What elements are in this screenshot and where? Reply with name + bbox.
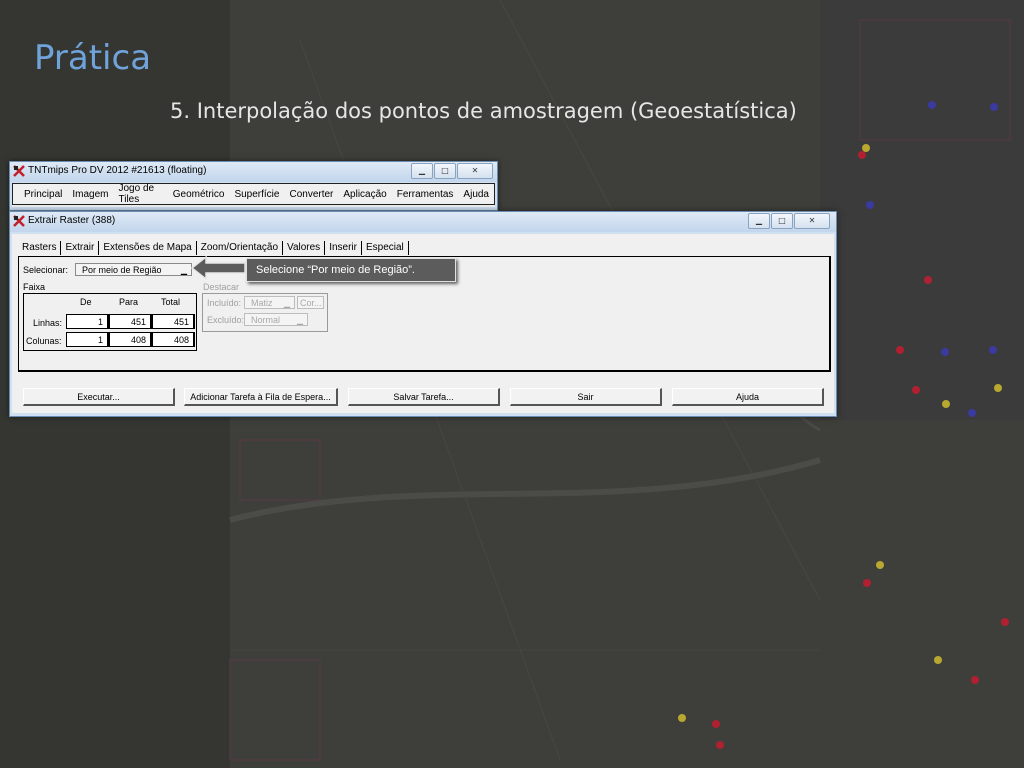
- incluido-label: Incluído:: [207, 298, 242, 308]
- header-total: Total: [161, 297, 181, 307]
- menu-geometrico[interactable]: Geométrico: [168, 189, 230, 200]
- executar-button[interactable]: Executar...: [23, 388, 175, 406]
- excluido-value: Normal: [251, 315, 281, 325]
- extrair-raster-window: Extrair Raster (388) ▁ □ ✕ Rasters Extra…: [9, 211, 837, 417]
- slide-subtitle: 5. Interpolação dos pontos de amostragem…: [170, 99, 797, 123]
- menu-superficie[interactable]: Superfície: [229, 189, 284, 200]
- tab-especial[interactable]: Especial: [362, 241, 409, 255]
- close-icon[interactable]: ✕: [794, 213, 830, 229]
- incluido-dropdown[interactable]: Matiz ▁: [244, 296, 295, 309]
- tntmips-app-icon: [13, 165, 25, 177]
- adicionar-tarefa-button[interactable]: Adicionar Tarefa à Fila de Espera...: [184, 388, 338, 406]
- menu-principal[interactable]: Principal: [19, 189, 67, 200]
- faixa-label: Faixa: [23, 282, 46, 292]
- tab-inserir[interactable]: Inserir: [325, 241, 362, 255]
- instruction-callout: Selecione “Por meio de Região”.: [246, 258, 456, 282]
- header-para: Para: [119, 297, 139, 307]
- menu-jogo-de-tiles[interactable]: Jogo de Tiles: [113, 183, 167, 205]
- menu-imagem[interactable]: Imagem: [67, 189, 113, 200]
- minimize-icon[interactable]: ▁: [411, 163, 433, 179]
- main-window-title: TNTmips Pro DV 2012 #21613 (floating): [28, 165, 207, 176]
- destacar-label: Destacar: [203, 282, 240, 292]
- slide-title: Prática: [34, 38, 152, 78]
- tab-zoom-orientacao[interactable]: Zoom/Orientação: [197, 241, 284, 255]
- colunas-total-field: 408: [152, 332, 195, 347]
- excluido-label: Excluído:: [207, 315, 245, 325]
- tab-bar: Rasters Extrair Extensões de Mapa Zoom/O…: [18, 241, 409, 255]
- tab-extrair[interactable]: Extrair: [61, 241, 100, 255]
- linhas-para-field[interactable]: 451: [109, 314, 152, 329]
- menu-aplicacao[interactable]: Aplicação: [338, 189, 391, 200]
- raster-window-title: Extrair Raster (388): [28, 215, 116, 226]
- colunas-label: Colunas:: [26, 336, 62, 346]
- maximize-icon[interactable]: □: [771, 213, 793, 229]
- linhas-total-field: 451: [152, 314, 195, 329]
- menu-ajuda[interactable]: Ajuda: [458, 189, 494, 200]
- dropdown-arrow-icon: ▁: [283, 299, 290, 308]
- sair-button[interactable]: Sair: [510, 388, 662, 406]
- cor-button[interactable]: Cor...: [297, 296, 324, 309]
- colunas-de-field[interactable]: 1: [66, 332, 109, 347]
- incluido-value: Matiz: [251, 298, 273, 308]
- linhas-de-field[interactable]: 1: [66, 314, 109, 329]
- faixa-group: De Para Total Linhas: 1 451 451 Colunas:…: [23, 293, 197, 351]
- main-menubar: Principal Imagem Jogo de Tiles Geométric…: [12, 183, 495, 205]
- tab-rasters[interactable]: Rasters: [18, 241, 62, 255]
- menu-converter[interactable]: Converter: [284, 189, 338, 200]
- header-de: De: [80, 297, 92, 307]
- linhas-label: Linhas:: [33, 318, 63, 328]
- maximize-icon[interactable]: □: [434, 163, 456, 179]
- close-icon[interactable]: ✕: [457, 163, 493, 179]
- tab-valores[interactable]: Valores: [283, 241, 326, 255]
- raster-titlebar[interactable]: Extrair Raster (388) ▁ □ ✕: [10, 212, 836, 232]
- salvar-tarefa-button[interactable]: Salvar Tarefa...: [348, 388, 500, 406]
- selecionar-value: Por meio de Região: [82, 265, 162, 275]
- menu-ferramentas[interactable]: Ferramentas: [392, 189, 459, 200]
- destacar-group: Incluído: Matiz ▁ Cor... Excluído: Norma…: [202, 293, 328, 332]
- dropdown-arrow-icon: ▁: [296, 316, 303, 325]
- tntmips-main-window: TNTmips Pro DV 2012 #21613 (floating) ▁ …: [9, 161, 498, 211]
- minimize-icon[interactable]: ▁: [748, 213, 770, 229]
- main-titlebar[interactable]: TNTmips Pro DV 2012 #21613 (floating) ▁ …: [10, 162, 497, 182]
- button-row: Executar... Adicionar Tarefa à Fila de E…: [12, 372, 834, 414]
- selecionar-label: Selecionar:: [23, 265, 69, 275]
- tntmips-app-icon: [13, 215, 25, 227]
- excluido-dropdown[interactable]: Normal ▁: [244, 313, 308, 326]
- selecionar-dropdown[interactable]: Por meio de Região ▁: [75, 263, 192, 276]
- tab-extensoes-de-mapa[interactable]: Extensões de Mapa: [99, 241, 197, 255]
- arrow-left-icon: [191, 255, 246, 281]
- ajuda-button[interactable]: Ajuda: [672, 388, 824, 406]
- colunas-para-field[interactable]: 408: [109, 332, 152, 347]
- dropdown-arrow-icon: ▁: [180, 266, 187, 275]
